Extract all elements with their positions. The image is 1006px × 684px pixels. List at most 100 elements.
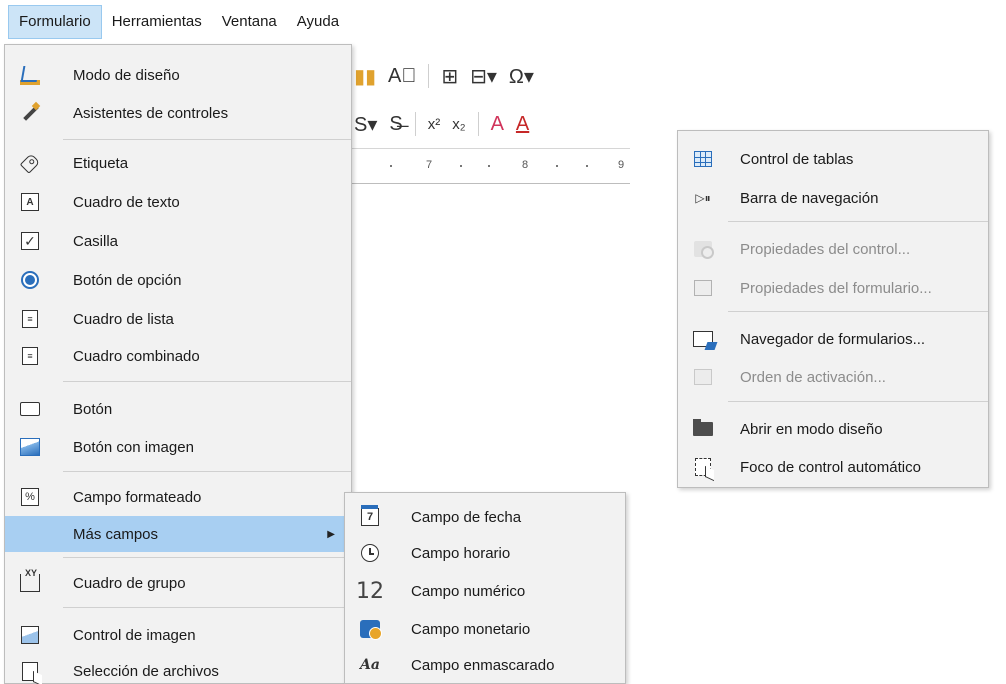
ctx-item-abrir-modo-diseno[interactable]: Abrir en modo diseño	[678, 411, 988, 447]
label-icon	[19, 152, 41, 174]
field-icon[interactable]: ⊟▾	[470, 64, 497, 89]
special-char-icon[interactable]: Ω▾	[509, 64, 534, 89]
ctx-item-foco-automatico[interactable]: Foco de control automático	[678, 449, 988, 485]
menu-item-label: Modo de diseño	[73, 66, 180, 84]
ruler-tick	[556, 165, 558, 167]
menu-item-label: Campo de fecha	[411, 508, 522, 526]
formatted-field-icon: %	[19, 486, 41, 508]
image-control-icon	[19, 624, 41, 646]
subscript-icon[interactable]: x₂	[452, 116, 465, 133]
menu-separator	[63, 557, 351, 558]
submenu-item-campo-monetario[interactable]: Campo monetario	[345, 611, 625, 647]
menu-item-label: Cuadro de lista	[73, 310, 174, 328]
navigation-bar-icon: ▷⏸	[695, 190, 711, 205]
menu-item-label: Navegador de formularios...	[740, 330, 926, 348]
form-controls-context-menu: Control de tablas ▷⏸ Barra de navegación…	[677, 130, 989, 488]
menu-item-label: Propiedades del formulario...	[740, 279, 932, 297]
menu-item-cuadro-lista[interactable]: ≡ Cuadro de lista	[5, 301, 351, 337]
ruler-tick	[390, 165, 392, 167]
menu-herramientas[interactable]: Herramientas	[102, 5, 212, 39]
ctx-item-navegador-formularios[interactable]: Navegador de formularios...	[678, 321, 988, 357]
menu-item-cuadro-combinado[interactable]: ≡ Cuadro combinado	[5, 338, 351, 374]
page-break-icon[interactable]: ⊞	[441, 64, 458, 89]
form-properties-icon	[692, 277, 714, 299]
text-box-icon: A	[19, 191, 41, 213]
menu-item-label: Cuadro combinado	[73, 347, 200, 365]
font-color-icon[interactable]: A	[516, 113, 529, 136]
menu-item-label: Botón	[73, 400, 113, 418]
menu-item-label: Foco de control automático	[740, 458, 921, 476]
activation-order-icon	[692, 366, 714, 388]
toolbar-row-1: ▮▮ A⃞ ⊞ ⊟▾ Ω▾	[354, 56, 534, 96]
pattern-field-icon: Aa	[360, 657, 380, 673]
menu-item-modo-diseno[interactable]: Modo de diseño	[5, 57, 351, 93]
menu-item-label: Asistentes de controles	[73, 104, 229, 122]
menu-item-label: Campo horario	[411, 544, 511, 562]
ruler-baseline	[350, 183, 630, 184]
table-control-icon	[692, 148, 714, 170]
control-properties-icon	[692, 238, 714, 260]
menu-item-mas-campos[interactable]: Más campos ▶	[5, 516, 351, 552]
chart-icon[interactable]: ▮▮	[354, 64, 376, 89]
menu-item-label: Cuadro de texto	[73, 193, 180, 211]
menu-separator	[63, 381, 351, 382]
menu-ventana[interactable]: Ventana	[212, 5, 287, 39]
menu-item-label: Campo monetario	[411, 620, 531, 638]
group-box-icon: XY	[19, 568, 41, 594]
ctx-item-propiedades-control[interactable]: Propiedades del control...	[678, 231, 988, 267]
menu-item-label: Control de imagen	[73, 626, 196, 644]
text-frame-icon[interactable]: A⃞	[388, 65, 416, 88]
menu-item-etiqueta[interactable]: Etiqueta	[5, 145, 351, 181]
form-navigator-icon	[692, 328, 714, 350]
date-field-icon: 7	[359, 505, 381, 528]
submenu-arrow-icon: ▶	[327, 528, 335, 540]
currency-field-icon	[359, 618, 382, 640]
menu-item-cuadro-texto[interactable]: A Cuadro de texto	[5, 184, 351, 220]
folder-open-icon	[692, 418, 714, 440]
menu-item-label: Botón de opción	[73, 271, 182, 289]
strikethrough-icon[interactable]: S̶	[389, 113, 402, 136]
menu-item-boton-opcion[interactable]: Botón de opción	[5, 262, 351, 298]
toolbar-separator	[428, 64, 430, 88]
submenu-item-campo-horario[interactable]: Campo horario	[345, 535, 625, 571]
menu-item-label: Control de tablas	[740, 150, 854, 168]
menu-item-cuadro-grupo[interactable]: XY Cuadro de grupo	[5, 565, 351, 601]
submenu-item-campo-fecha[interactable]: 7 Campo de fecha	[345, 499, 625, 535]
mas-campos-submenu: 7 Campo de fecha Campo horario 12 Campo …	[344, 492, 626, 684]
ruler-tick	[460, 165, 462, 167]
menu-formulario[interactable]: Formulario	[8, 5, 102, 39]
menu-item-label: Etiqueta	[73, 154, 129, 172]
ctx-item-barra-navegacion[interactable]: ▷⏸ Barra de navegación	[678, 180, 988, 216]
submenu-item-campo-enmascarado[interactable]: Aa Campo enmascarado	[345, 647, 625, 683]
menu-item-label: Campo numérico	[411, 582, 526, 600]
menubar: Formulario Herramientas Ventana Ayuda	[0, 0, 630, 44]
underline-icon[interactable]: S▾	[354, 112, 377, 137]
numeric-field-icon: 12	[356, 578, 384, 604]
menu-item-label: Abrir en modo diseño	[740, 420, 883, 438]
menu-item-boton[interactable]: Botón	[5, 391, 351, 427]
menu-item-seleccion-archivos[interactable]: Selección de archivos	[5, 653, 351, 684]
menu-item-boton-imagen[interactable]: Botón con imagen	[5, 429, 351, 465]
ctx-item-orden-activacion[interactable]: Orden de activación...	[678, 359, 988, 395]
menu-item-label: Barra de navegación	[740, 189, 879, 207]
menu-item-control-imagen[interactable]: Control de imagen	[5, 617, 351, 653]
ctx-item-control-tablas[interactable]: Control de tablas	[678, 141, 988, 177]
image-button-icon	[19, 436, 41, 458]
menu-separator	[728, 311, 988, 312]
formulario-menu: Modo de diseño Asistentes de controles E…	[4, 44, 352, 684]
menu-item-campo-formateado[interactable]: % Campo formateado	[5, 479, 351, 515]
ctx-item-propiedades-formulario[interactable]: Propiedades del formulario...	[678, 270, 988, 306]
highlight-color-icon[interactable]: A	[491, 113, 504, 136]
toolbar-row-2: S▾ S̶ x² x₂ A A	[354, 104, 529, 144]
superscript-icon[interactable]: x²	[428, 116, 441, 133]
list-box-icon: ≡	[19, 308, 41, 330]
ruler-label-7: 7	[426, 159, 433, 171]
menu-item-asistentes[interactable]: Asistentes de controles	[5, 95, 351, 131]
menu-item-casilla[interactable]: ✓ Casilla	[5, 223, 351, 259]
ruler: 7 8 9	[350, 148, 630, 186]
checkbox-icon: ✓	[19, 230, 41, 252]
menu-ayuda[interactable]: Ayuda	[287, 5, 349, 39]
submenu-item-campo-numerico[interactable]: 12 Campo numérico	[345, 573, 625, 609]
ruler-tick	[586, 165, 588, 167]
radio-button-icon	[19, 269, 41, 291]
